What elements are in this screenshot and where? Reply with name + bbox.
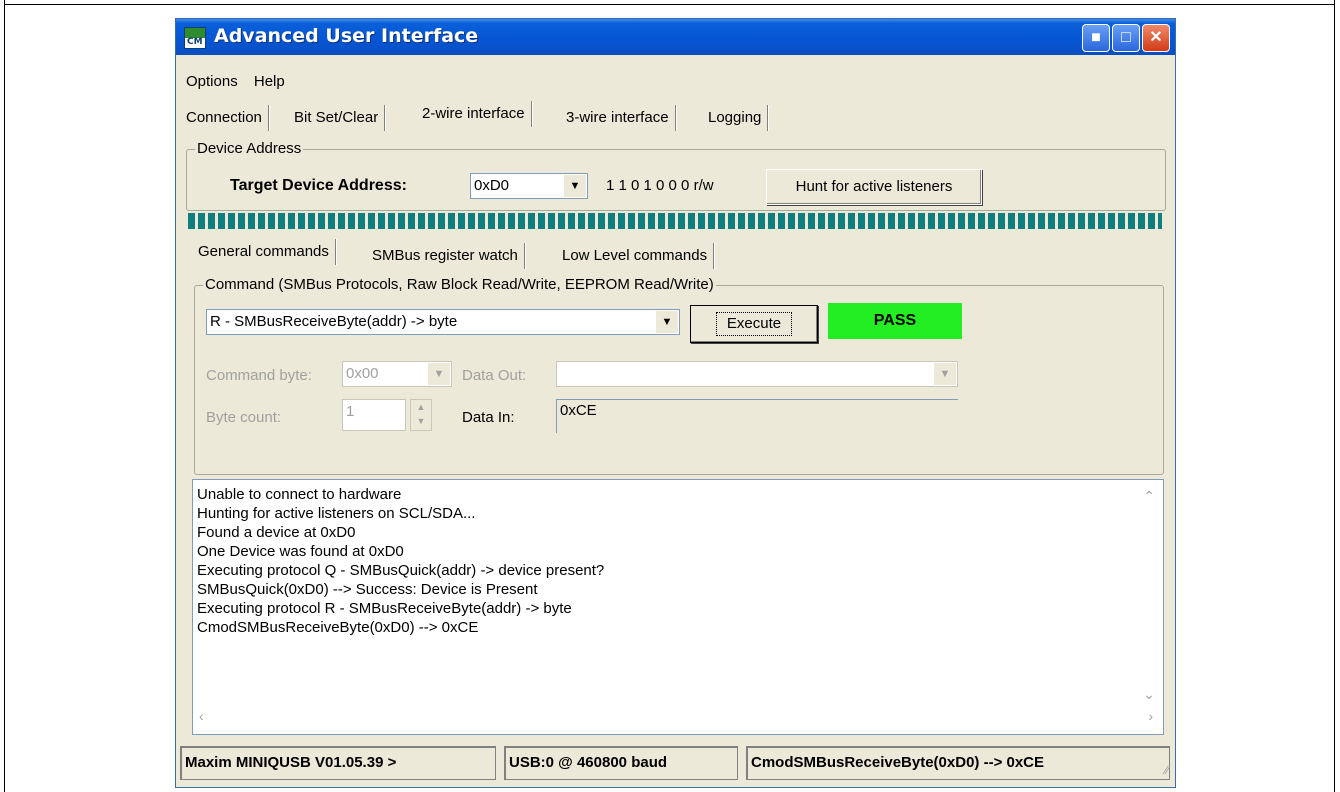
close-button[interactable]: ✕ <box>1142 24 1170 52</box>
scroll-down-icon[interactable]: ⌄ <box>1143 686 1155 703</box>
log-line: Executing protocol Q - SMBusQuick(addr) … <box>197 562 605 579</box>
tab-3-wire-interface[interactable]: 3-wire interface <box>566 105 676 131</box>
status-port: USB:0 @ 460800 baud <box>504 746 738 780</box>
scroll-right-icon[interactable]: › <box>1148 708 1153 724</box>
progress-bar <box>188 213 1162 229</box>
tab-low-level-commands[interactable]: Low Level commands <box>562 243 715 269</box>
minimize-icon: ■ <box>1091 29 1101 46</box>
command-byte-label: Command byte: <box>206 367 312 384</box>
target-address-select[interactable]: 0xD0 ▼ <box>470 173 588 199</box>
data-in-value: 0xCE <box>560 402 597 419</box>
tab-connection[interactable]: Connection <box>186 105 269 131</box>
app-logo-icon: CM <box>184 27 206 49</box>
data-in-field[interactable]: 0xCE <box>556 399 958 433</box>
data-out-select[interactable]: ▼ <box>556 361 958 387</box>
byte-count-value: 1 <box>346 403 355 420</box>
tab-general-commands[interactable]: General commands <box>198 239 336 265</box>
chevron-down-icon[interactable]: ▼ <box>656 311 678 333</box>
execute-button[interactable]: Execute <box>690 305 818 343</box>
figure-frame-right <box>1334 0 1335 792</box>
tab-logging[interactable]: Logging <box>708 105 769 131</box>
resize-grip-icon[interactable]: ∕∕ <box>1165 763 1169 777</box>
title-bar[interactable]: CM Advanced User Interface ■ □ ✕ <box>176 19 1175 55</box>
protocol-select[interactable]: R - SMBusReceiveByte(addr) -> byte ▼ <box>206 309 680 335</box>
figure-frame-top <box>4 4 1335 5</box>
maximize-button[interactable]: □ <box>1112 24 1140 52</box>
stepper-up-icon[interactable]: ▲ <box>411 400 431 414</box>
log-line: Found a device at 0xD0 <box>197 524 356 541</box>
address-bits-text: 1 1 0 1 0 0 0 r/w <box>606 177 714 194</box>
chevron-down-icon[interactable]: ▼ <box>564 175 586 197</box>
hunt-listeners-button[interactable]: Hunt for active listeners <box>766 169 982 205</box>
window-title: Advanced User Interface <box>214 25 479 47</box>
menu-help[interactable]: Help <box>254 73 285 90</box>
execute-button-label: Execute <box>715 312 793 336</box>
log-line: Hunting for active listeners on SCL/SDA.… <box>197 505 476 522</box>
tab-2-wire-interface[interactable]: 2-wire interface <box>422 101 532 127</box>
stepper-down-icon[interactable]: ▼ <box>411 414 431 428</box>
protocol-value: R - SMBusReceiveByte(addr) -> byte <box>210 313 458 330</box>
command-group-label: Command (SMBus Protocols, Raw Block Read… <box>203 276 716 293</box>
status-device: Maxim MINIQUSB V01.05.39 > <box>180 746 496 780</box>
log-line: Unable to connect to hardware <box>197 486 402 503</box>
tab-smbus-register-watch[interactable]: SMBus register watch <box>372 243 525 269</box>
target-address-value: 0xD0 <box>474 177 510 194</box>
status-last-result: CmodSMBusReceiveByte(0xD0) --> 0xCE <box>746 746 1170 780</box>
log-line: One Device was found at 0xD0 <box>197 543 404 560</box>
log-line: SMBusQuick(0xD0) --> Success: Device is … <box>197 581 538 598</box>
byte-count-field[interactable]: 1 <box>342 399 406 431</box>
result-status-badge: PASS <box>828 303 962 339</box>
chevron-down-icon[interactable]: ▼ <box>934 363 956 385</box>
data-in-label: Data In: <box>462 409 515 426</box>
command-byte-value: 0x00 <box>346 365 379 382</box>
chevron-down-icon[interactable]: ▼ <box>428 363 450 385</box>
figure-frame-left <box>4 0 5 792</box>
menu-options[interactable]: Options <box>186 73 238 90</box>
close-icon: ✕ <box>1149 29 1163 46</box>
log-line: CmodSMBusReceiveByte(0xD0) --> 0xCE <box>197 619 479 636</box>
app-window: CM Advanced User Interface ■ □ ✕ Options… <box>175 18 1176 788</box>
menu-bar: Options Help <box>186 73 297 90</box>
target-device-address-label: Target Device Address: <box>230 177 407 194</box>
command-byte-select[interactable]: 0x00 ▼ <box>342 361 452 387</box>
maximize-icon: □ <box>1121 29 1131 46</box>
byte-count-stepper[interactable]: ▲ ▼ <box>410 399 432 431</box>
scroll-left-icon[interactable]: ‹ <box>199 708 204 724</box>
log-line: Executing protocol R - SMBusReceiveByte(… <box>197 600 572 617</box>
data-out-label: Data Out: <box>462 367 527 384</box>
log-output[interactable]: Unable to connect to hardware Hunting fo… <box>192 479 1164 735</box>
scroll-up-icon[interactable]: ⌃ <box>1143 488 1155 505</box>
device-address-group-label: Device Address <box>195 140 304 157</box>
tab-bit-set-clear[interactable]: Bit Set/Clear <box>294 105 386 131</box>
minimize-button[interactable]: ■ <box>1082 24 1110 52</box>
byte-count-label: Byte count: <box>206 409 282 426</box>
